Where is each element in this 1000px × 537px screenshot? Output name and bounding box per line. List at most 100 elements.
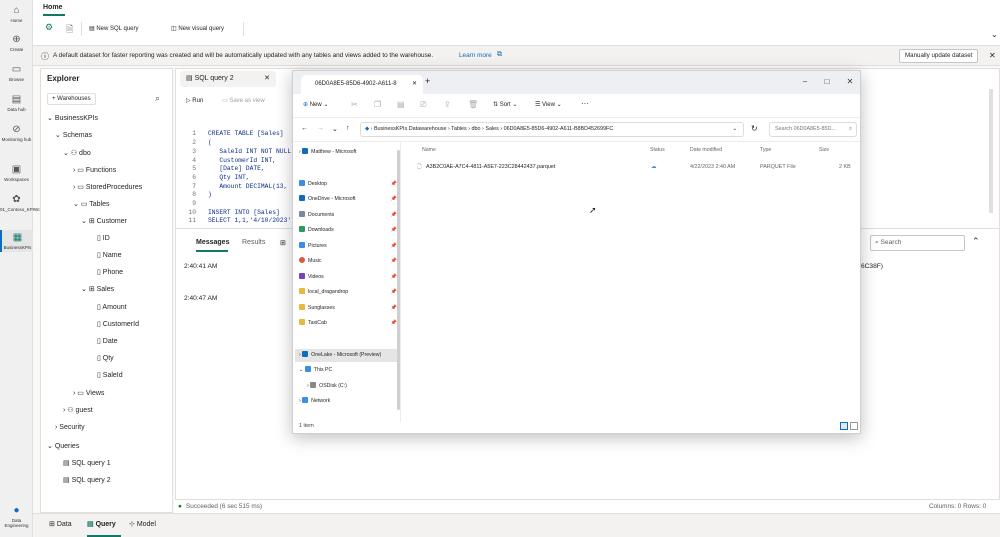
- chevron-down-icon[interactable]: ⌄: [991, 30, 998, 39]
- nav-pictures[interactable]: Pictures 📌: [299, 240, 399, 253]
- tab-results[interactable]: Results: [242, 239, 265, 246]
- tree-guest[interactable]: › ⚇ guest: [63, 406, 93, 414]
- rename-icon[interactable]: ⎚: [420, 100, 426, 110]
- tree-column[interactable]: ▯ ID: [97, 234, 110, 242]
- refresh-icon[interactable]: ↻: [751, 124, 758, 133]
- col-status[interactable]: Status: [650, 147, 665, 153]
- tab-query[interactable]: ▤ Query: [87, 520, 116, 528]
- page-icon[interactable]: 🗎: [66, 22, 73, 38]
- ribbon-tab-home[interactable]: Home: [43, 4, 62, 11]
- tree-schemas[interactable]: ⌄ Schemas: [55, 131, 92, 139]
- tab-messages[interactable]: Messages: [196, 239, 229, 246]
- nav-scrollbar[interactable]: [397, 150, 400, 410]
- explorer-tab[interactable]: 06D0A8E5-85D6-4902-A611-8 ✕: [301, 75, 423, 94]
- file-row[interactable]: 🗋 A3B2C0AE-A7C4-4811-A5E7-223C28442437.p…: [413, 161, 858, 174]
- editor-scrollbar[interactable]: [989, 89, 993, 213]
- nav-local-dragandrop[interactable]: local_dragandrop 📌: [299, 286, 399, 299]
- close-icon[interactable]: ✕: [843, 75, 857, 89]
- nav-workspaces[interactable]: ▣ Workspaces: [0, 164, 33, 182]
- nav-sunglasses[interactable]: Sunglasses 📌: [299, 302, 399, 315]
- tree-column[interactable]: ▯ Phone: [97, 268, 123, 276]
- grid-icon[interactable]: ⊞: [280, 239, 286, 247]
- tree-sales[interactable]: ⌄ ⊞ Sales: [81, 285, 114, 293]
- tree-storedprocs[interactable]: › ▭ StoredProcedures: [73, 183, 142, 191]
- col-size[interactable]: Size: [819, 147, 829, 153]
- nav-videos[interactable]: Videos 📌: [299, 271, 399, 284]
- nav-onedrive[interactable]: OneDrive - Microsoft 📌: [299, 193, 399, 206]
- settings-icon[interactable]: ⚙: [45, 22, 53, 33]
- tree-tables[interactable]: ⌄ ▭ Tables: [73, 200, 109, 208]
- delete-icon[interactable]: 🗑: [468, 100, 478, 109]
- tree-query2[interactable]: ▤ SQL query 2: [63, 476, 111, 484]
- tree-customer[interactable]: ⌄ ⊞ Customer: [81, 217, 127, 225]
- tree-security[interactable]: › Security: [55, 424, 85, 431]
- forward-icon[interactable]: →: [317, 125, 324, 132]
- tree-column[interactable]: ▯ Amount: [97, 303, 127, 311]
- save-as-view-button[interactable]: ▭ Save as view: [222, 97, 265, 104]
- tab-data[interactable]: ⊞ Data: [49, 520, 72, 528]
- manually-update-dataset-button[interactable]: Manually update dataset: [899, 49, 979, 63]
- collapse-icon[interactable]: ⌃: [972, 236, 980, 247]
- share-icon[interactable]: ⇪: [444, 100, 451, 109]
- new-tab-icon[interactable]: +: [425, 76, 430, 86]
- close-icon[interactable]: ✕: [989, 51, 996, 60]
- new-visual-query-button[interactable]: ◫ New visual query: [171, 25, 224, 32]
- tree-column[interactable]: ▯ Qty: [97, 354, 114, 362]
- folder-search-input[interactable]: Search 06D0A8E5-85D... ⌕: [769, 122, 857, 137]
- minimize-icon[interactable]: –: [798, 75, 812, 89]
- tree-column[interactable]: ▯ CustomerId: [97, 320, 139, 328]
- nav-home[interactable]: ⌂ Home: [0, 5, 33, 23]
- copy-icon[interactable]: ❐: [374, 100, 381, 109]
- nav-network[interactable]: › Network: [299, 395, 399, 408]
- nav-onelake[interactable]: › OneLake - Microsoft (Preview): [295, 349, 398, 362]
- nav-browse[interactable]: ▭ Browse: [0, 64, 33, 82]
- run-button[interactable]: ▷ Run: [186, 97, 203, 104]
- nav-datahub[interactable]: ▤ Data hub: [0, 94, 33, 112]
- nav-create[interactable]: ⊕ Create: [0, 34, 33, 52]
- tab-sql-query-2[interactable]: ▤ SQL query 2 ✕: [180, 71, 276, 87]
- maximize-icon[interactable]: □: [820, 75, 834, 89]
- tree-query1[interactable]: ▤ SQL query 1: [63, 459, 111, 467]
- tree-column[interactable]: ▯ Date: [97, 337, 118, 345]
- code-editor[interactable]: CREATE TABLE [Sales]( SaleId INT NOT NUL…: [208, 113, 293, 244]
- details-view-icon[interactable]: [840, 422, 848, 430]
- nav-monitoring[interactable]: ⊘ Monitoring hub: [0, 124, 33, 142]
- up-icon[interactable]: ↑: [346, 125, 350, 132]
- search-icon[interactable]: ⌕: [155, 93, 160, 104]
- tree-root[interactable]: ⌄ BusinessKPIs: [47, 114, 98, 122]
- nav-desktop[interactable]: Desktop 📌: [299, 178, 399, 191]
- recent-icon[interactable]: ⌄: [332, 125, 338, 133]
- nav-workspace[interactable]: ✿ 01_Contoso_KPIWorks...: [0, 194, 50, 212]
- tree-functions[interactable]: › ▭ Functions: [73, 166, 116, 174]
- nav-osdisk[interactable]: › OSDisk (C:): [307, 380, 407, 393]
- tab-model[interactable]: ⊹ Model: [129, 520, 156, 528]
- sort-button[interactable]: ⇅ Sort ⌄: [493, 101, 517, 108]
- nav-businesskpis[interactable]: ▦ BusinessKPIs: [0, 230, 33, 252]
- address-bar[interactable]: ◆ › BusinessKPIs.Datawarehouse › Tables …: [360, 122, 744, 137]
- close-icon[interactable]: ✕: [264, 71, 270, 87]
- tree-column[interactable]: ▯ Name: [97, 251, 121, 259]
- cut-icon[interactable]: ✂: [351, 100, 358, 109]
- more-icon[interactable]: ···: [581, 99, 589, 108]
- nav-home-account[interactable]: › Matthew - Microsoft: [299, 146, 399, 159]
- tree-queries[interactable]: ⌄ Queries: [47, 442, 79, 450]
- tree-column[interactable]: ▯ SaleId: [97, 371, 123, 379]
- tree-dbo[interactable]: ⌄ ⚇ dbo: [63, 149, 91, 157]
- nav-data-engineering[interactable]: ● Data Engineering: [0, 505, 33, 528]
- tiles-view-icon[interactable]: [850, 422, 858, 430]
- nav-documents[interactable]: Documents 📌: [299, 209, 399, 222]
- col-name[interactable]: Name: [422, 147, 436, 153]
- view-button[interactable]: ☰ View ⌄: [535, 101, 562, 108]
- learn-more-link[interactable]: Learn more: [459, 52, 492, 59]
- nav-taxicab[interactable]: TaxiCab 📌: [299, 317, 399, 330]
- paste-icon[interactable]: ▤: [397, 100, 405, 109]
- new-button[interactable]: ⊕ New ⌄: [303, 101, 328, 108]
- tree-views[interactable]: › ▭ Views: [73, 389, 104, 397]
- add-warehouses-button[interactable]: + Warehouses: [47, 93, 96, 105]
- col-date-modified[interactable]: Date modified: [690, 147, 722, 153]
- nav-this-pc[interactable]: ⌄ This PC: [299, 364, 399, 377]
- results-search-input[interactable]: ⌕ Search: [870, 235, 965, 251]
- back-icon[interactable]: ←: [301, 125, 308, 132]
- col-type[interactable]: Type: [760, 147, 771, 153]
- nav-music[interactable]: Music 📌: [299, 255, 399, 268]
